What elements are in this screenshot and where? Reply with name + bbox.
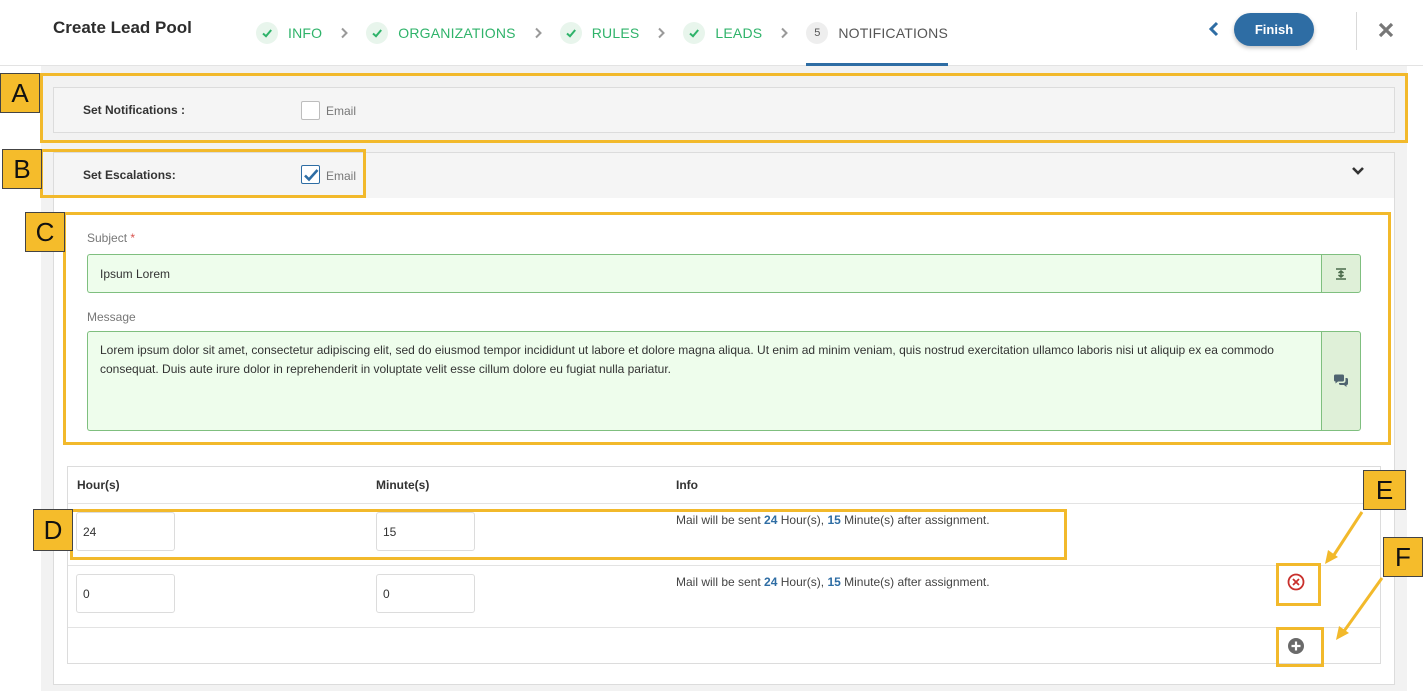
step-label: RULES <box>591 25 640 41</box>
chevron-right-icon <box>639 27 683 39</box>
comments-icon[interactable] <box>1321 331 1361 431</box>
notifications-label: Set Notifications : <box>83 103 186 117</box>
chevron-right-icon <box>516 27 560 39</box>
notifications-email-label: Email <box>326 104 357 118</box>
insert-field-icon[interactable] <box>1321 254 1361 293</box>
header-divider <box>1356 12 1357 50</box>
hours-input[interactable] <box>76 574 175 613</box>
required-marker: * <box>130 231 136 245</box>
row-divider <box>68 503 1380 504</box>
step-number: 5 <box>806 22 829 44</box>
chevron-down-icon[interactable] <box>1350 164 1366 176</box>
annotation-tag-f: F <box>1383 537 1423 577</box>
annotation-tag-c: C <box>25 212 65 252</box>
message-label: Message <box>87 310 136 324</box>
annotation-tag-d: D <box>33 509 73 551</box>
minutes-input[interactable] <box>376 574 475 613</box>
message-textarea[interactable]: Lorem ipsum dolor sit amet, consectetur … <box>87 331 1322 431</box>
remove-row-icon[interactable] <box>1286 572 1306 592</box>
step-organizations[interactable]: ORGANIZATIONS <box>366 0 516 66</box>
annotation-tag-e: E <box>1363 470 1406 510</box>
escalations-email-label: Email <box>326 169 357 183</box>
step-label: NOTIFICATIONS <box>838 25 948 41</box>
page-title: Create Lead Pool <box>53 18 192 37</box>
check-icon <box>683 22 706 44</box>
wizard-steps: INFO ORGANIZATIONS RULES LEADS 5 NOTIFIC… <box>256 0 948 66</box>
notifications-email-checkbox[interactable] <box>301 101 320 120</box>
check-icon <box>303 168 318 181</box>
step-notifications[interactable]: 5 NOTIFICATIONS <box>806 0 948 66</box>
annotation-tag-a: A <box>0 73 40 113</box>
step-label: INFO <box>288 25 323 41</box>
page: Create Lead Pool INFO ORGANIZATIONS RULE… <box>0 0 1423 698</box>
step-label: LEADS <box>715 25 763 41</box>
row-info-text: Mail will be sent 24 Hour(s), 15 Minute(… <box>676 513 990 527</box>
step-leads[interactable]: LEADS <box>683 0 762 66</box>
escalations-panel <box>53 152 1395 199</box>
subject-label: Subject * <box>87 231 136 245</box>
check-icon <box>256 22 278 44</box>
annotation-tag-b: B <box>2 149 42 189</box>
wizard-header: Create Lead Pool INFO ORGANIZATIONS RULE… <box>0 0 1423 66</box>
escalation-schedule-table: Hour(s) Minute(s) Info <box>67 466 1381 664</box>
step-rules[interactable]: RULES <box>559 0 640 66</box>
row-info-text: Mail will be sent 24 Hour(s), 15 Minute(… <box>676 575 990 589</box>
notifications-panel <box>53 87 1395 133</box>
column-header-info: Info <box>676 478 698 492</box>
step-info[interactable]: INFO <box>256 0 322 66</box>
row-divider <box>68 627 1380 628</box>
column-header-hours: Hour(s) <box>77 478 120 492</box>
close-icon[interactable] <box>1375 19 1397 41</box>
row-divider <box>68 565 1380 566</box>
add-row-icon[interactable] <box>1286 636 1306 656</box>
chevron-left-icon[interactable] <box>1205 19 1223 39</box>
chevron-right-icon <box>762 27 806 39</box>
minutes-input[interactable] <box>376 512 475 551</box>
escalations-email-checkbox[interactable] <box>301 165 320 184</box>
escalations-label: Set Escalations: <box>83 168 176 182</box>
check-icon <box>559 22 582 44</box>
hours-input[interactable] <box>76 512 175 551</box>
subject-input[interactable] <box>87 254 1322 293</box>
chevron-right-icon <box>322 27 366 39</box>
step-label: ORGANIZATIONS <box>398 25 516 41</box>
check-icon <box>366 22 389 44</box>
column-header-minutes: Minute(s) <box>376 478 430 492</box>
finish-button[interactable]: Finish <box>1234 13 1314 46</box>
